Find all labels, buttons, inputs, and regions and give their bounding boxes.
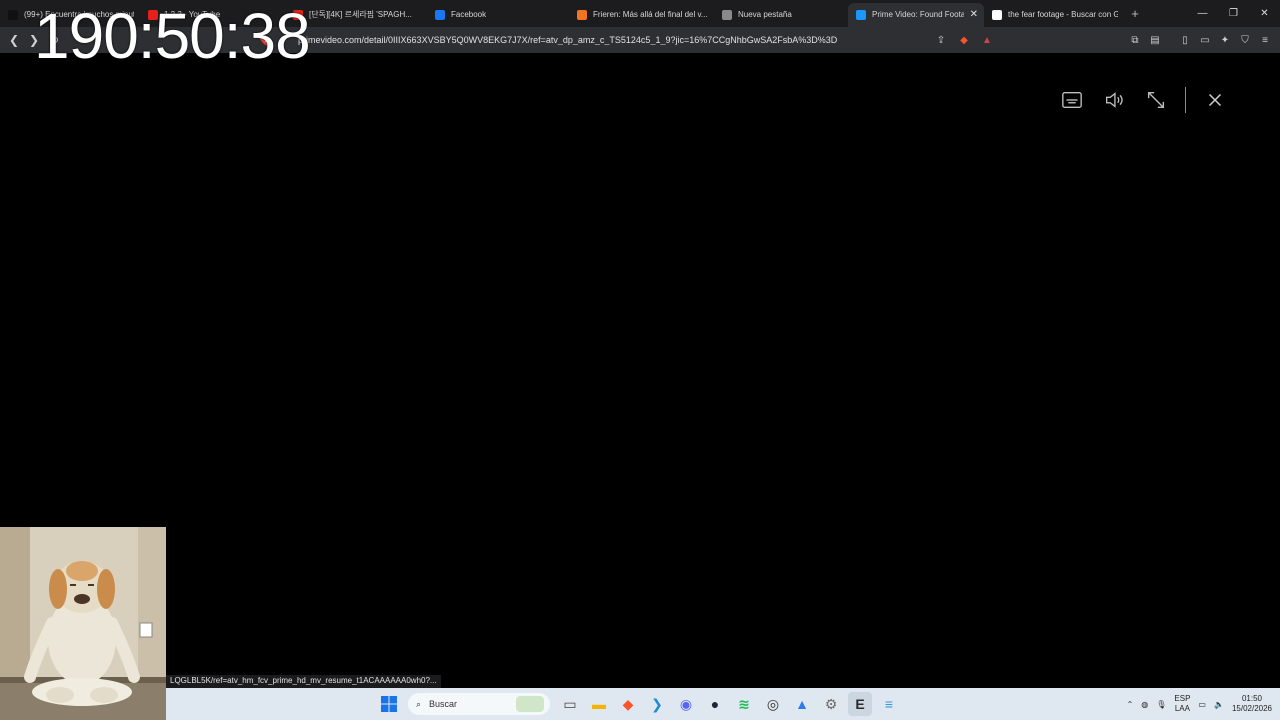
file-explorer-icon[interactable]: ▬ (587, 692, 611, 716)
tab-title: Facebook (451, 10, 487, 19)
input-language[interactable]: ESP LAA (1174, 694, 1190, 714)
subtitles-icon[interactable] (1059, 87, 1085, 113)
speaker-icon[interactable]: 🔈 (1214, 700, 1224, 709)
window-controls: — ❐ ✕ (1187, 0, 1280, 27)
brave-rewards-icon[interactable]: ▲ (980, 33, 994, 47)
windows-taskbar: ⌕ Buscar ▭ ▬ ◆ ❯ ◉ ● ≋ ◎ ▲ ⚙ E ≡ ⌃ ◍ 🎙 ESP LAA ▭ 🔈 … (166, 688, 1280, 720)
tab-title: [단독][4K] 르세라핌 'SPAGH... (309, 10, 412, 19)
taskbar-apps: ▭ ▬ ◆ ❯ ◉ ● ≋ ◎ ▲ ⚙ E ≡ (558, 692, 901, 716)
close-icon[interactable] (1202, 87, 1228, 113)
tray-chevron-icon[interactable]: ⌃ (1127, 700, 1134, 709)
tray-app-icon[interactable]: ◍ (1141, 700, 1148, 709)
windows-start-icon[interactable] (381, 696, 397, 712)
window-close-icon[interactable]: ✕ (1249, 0, 1280, 27)
browser-tab[interactable]: the fear footage - Buscar con G... (984, 3, 1124, 27)
tab-title: Frieren: Más allá del final del v... (593, 10, 708, 19)
google-icon (992, 9, 1002, 20)
notepad-glyph: ≡ (884, 696, 894, 712)
tab-title: the fear footage - Buscar con G... (1008, 10, 1118, 19)
search-highlight-image (516, 696, 544, 712)
browser-tab[interactable]: Nueva pestaña (714, 3, 848, 27)
clock-date[interactable]: 01:50 15/02/2026 (1232, 694, 1272, 714)
toolbar-actions: ⧉ ▤ ▯ ▭ ✦ ⛉ ≡ (1128, 30, 1272, 50)
taskbar-search[interactable]: ⌕ Buscar (408, 693, 550, 715)
share-icon[interactable]: ⇪ (934, 33, 948, 47)
lang-layout: LAA (1174, 704, 1190, 713)
vscode-icon[interactable]: ❯ (645, 692, 669, 716)
tiktok-icon (8, 9, 18, 20)
browser-tab[interactable]: Prime Video: Found Footage✕ (848, 2, 984, 27)
settings-icon[interactable]: ⚙ (819, 692, 843, 716)
task-view-glyph: ▭ (563, 695, 577, 712)
controls-divider (1185, 87, 1186, 113)
task-view-icon[interactable]: ▭ (558, 692, 582, 716)
search-label: Buscar (429, 699, 458, 709)
tab-title: Prime Video: Found Footage (872, 10, 964, 19)
epic-games-icon[interactable]: E (848, 692, 872, 716)
settings-glyph: ⚙ (824, 695, 838, 712)
leo-ai-icon[interactable]: ✦ (1218, 33, 1232, 47)
minimize-icon[interactable]: — (1187, 0, 1218, 27)
photo-editor-icon[interactable]: ▲ (790, 692, 814, 716)
github-desktop-glyph: ◎ (766, 695, 780, 712)
prime-video-icon (856, 9, 866, 20)
search-icon: ⌕ (416, 698, 422, 709)
discord-glyph: ◉ (679, 695, 693, 712)
file-explorer-glyph: ▬ (592, 696, 606, 712)
back-icon[interactable]: ❮ (4, 30, 24, 50)
status-link: LQGLBL5K/ref=atv_hm_fcv_prime_hd_mv_resu… (166, 675, 441, 688)
volume-icon[interactable] (1101, 87, 1127, 113)
vscode-glyph: ❯ (651, 695, 663, 712)
brave-browser-glyph: ◆ (622, 695, 634, 712)
tab-close-icon[interactable]: ✕ (964, 9, 978, 20)
meditating-dog-picture (0, 527, 166, 720)
browser-tab[interactable]: Facebook (427, 3, 569, 27)
wallet-icon[interactable]: ▭ (1198, 33, 1212, 47)
tray-time: 01:50 (1241, 694, 1262, 703)
overlay-clock: 190:50:38 (34, 0, 311, 72)
spotify-glyph: ≋ (738, 695, 750, 712)
notepad-icon[interactable]: ≡ (877, 692, 901, 716)
maximize-icon[interactable]: ❐ (1218, 0, 1249, 27)
brave-browser-icon[interactable]: ◆ (616, 692, 640, 716)
tab-title: Nueva pestaña (738, 10, 792, 19)
facebook-icon (435, 9, 445, 20)
steam-glyph: ● (710, 696, 720, 712)
browser-tab[interactable]: Frieren: Más allá del final del v... (569, 3, 714, 27)
tray-date: 15/02/2026 (1231, 704, 1272, 713)
exit-fullscreen-icon[interactable] (1143, 87, 1169, 113)
screen: (99+) Encuentra 'muchos minut... 1 2 3 - … (0, 0, 1280, 720)
vpn-icon[interactable]: ⛉ (1238, 33, 1252, 47)
system-tray: ⌃ ◍ 🎙 ESP LAA ▭ 🔈 01:50 15/02/2026 (1127, 692, 1272, 716)
address-bar[interactable]: primevideo.com/detail/0IIIX663XVSBY5Q0WV… (298, 30, 998, 50)
extensions-icon[interactable]: ⧉ (1128, 33, 1142, 47)
epic-games-glyph: E (855, 696, 865, 712)
network-icon[interactable]: ▭ (1198, 700, 1206, 709)
discord-icon[interactable]: ◉ (674, 692, 698, 716)
lang-code: ESP (1174, 694, 1191, 703)
github-desktop-icon[interactable]: ◎ (761, 692, 785, 716)
shield-icon (722, 9, 732, 20)
photo-editor-glyph: ▲ (795, 696, 809, 712)
new-tab-button[interactable]: + (1124, 6, 1146, 21)
sidebar-icon[interactable]: ▯ (1178, 33, 1192, 47)
reading-list-icon[interactable]: ▤ (1148, 33, 1162, 47)
url-text: primevideo.com/detail/0IIIX663XVSBY5Q0WV… (298, 35, 838, 45)
menu-icon[interactable]: ≡ (1258, 33, 1272, 47)
crunchyroll-icon (577, 9, 587, 20)
spotify-icon[interactable]: ≋ (732, 692, 756, 716)
steam-icon[interactable]: ● (703, 692, 727, 716)
brave-shields-icon[interactable]: ◆ (957, 33, 971, 47)
player-controls (1043, 86, 1228, 114)
microphone-icon[interactable]: 🎙 (1156, 700, 1166, 709)
